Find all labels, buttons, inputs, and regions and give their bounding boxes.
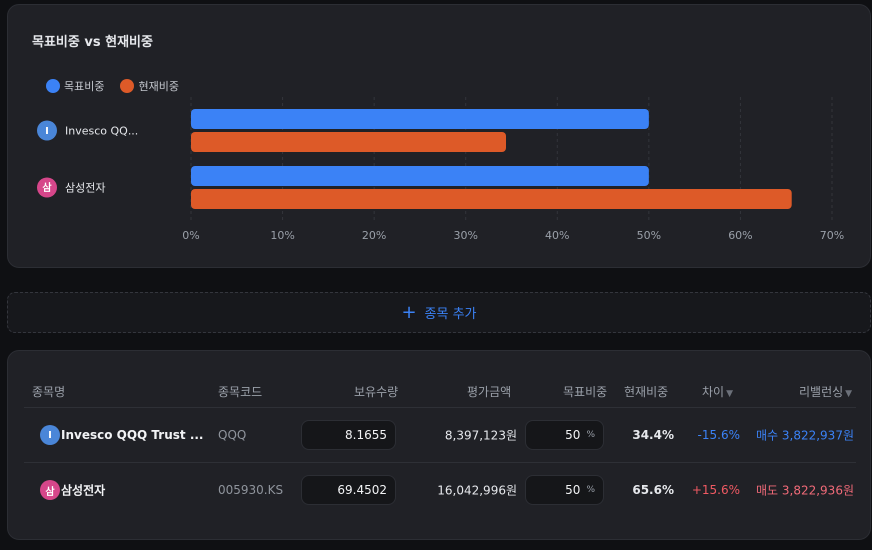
current-weight: 34.4%: [632, 428, 674, 442]
category-logo-letter: 삼: [42, 181, 52, 194]
rebalance-action: 매수 3,822,937원: [755, 428, 854, 443]
x-tick-label: 20%: [362, 229, 386, 242]
header-qty: 보유수량: [354, 385, 399, 399]
percent-unit: %: [586, 485, 595, 495]
header-diff: 차이: [702, 385, 725, 399]
bar-target: [191, 109, 649, 129]
percent-unit: %: [586, 430, 595, 440]
rebalance-action: 매도 3,822,936원: [755, 483, 854, 498]
category-logo-letter: I: [45, 126, 49, 137]
weight-difference: -15.6%: [697, 428, 740, 442]
bar-target: [191, 166, 649, 186]
sort-down-icon: ▼: [845, 389, 853, 399]
target-weight-value: 50: [565, 483, 581, 497]
valuation-amount: 8,397,123원: [444, 428, 517, 443]
header-rebalance: 리밸런싱: [799, 385, 844, 399]
bar-current: [191, 189, 792, 209]
header-rebalance-sort[interactable]: 리밸런싱 ▼: [799, 383, 852, 400]
header-value: 평가금액: [467, 385, 512, 399]
row-avatar: 삼: [40, 480, 60, 500]
stock-logo-icon: 삼: [40, 480, 60, 500]
table-row: I Invesco QQQ Trust ... QQQ 8.1655 8,397…: [24, 408, 856, 462]
header-name: 종목명: [32, 385, 66, 399]
header-target: 목표비중: [563, 385, 608, 399]
header-current: 현재비중: [624, 385, 669, 399]
x-tick-label: 60%: [728, 229, 752, 242]
quantity-input[interactable]: 8.1655: [301, 420, 396, 450]
target-weight-value: 50: [565, 428, 581, 442]
x-tick-label: 40%: [545, 229, 569, 242]
x-tick-label: 10%: [270, 229, 294, 242]
weight-difference: +15.6%: [691, 483, 740, 497]
header-code: 종목코드: [218, 385, 263, 399]
quantity-value: 8.1655: [345, 428, 387, 442]
current-weight: 65.6%: [632, 483, 674, 497]
row-avatar: I: [40, 425, 60, 445]
stock-logo-icon: I: [40, 425, 60, 445]
y-category-label: Invesco QQ...: [65, 125, 138, 138]
valuation-amount: 16,042,996원: [437, 483, 517, 498]
stock-code: QQQ: [218, 428, 247, 442]
plus-icon: +: [401, 301, 417, 323]
holdings-table: 종목명 종목코드 보유수량 평가금액 목표비중 현재비중 차이 ▼ 리밸런싱 ▼ I…: [7, 350, 871, 540]
add-stock-button[interactable]: + 종목 추가: [7, 292, 871, 333]
x-tick-label: 50%: [637, 229, 661, 242]
chart-card: 목표비중 vs 현재비중 목표비중 현재비중 0% 10% 20% 30% 40% 50%…: [7, 4, 871, 268]
x-tick-label: 70%: [820, 229, 844, 242]
add-stock-label: 종목 추가: [424, 307, 477, 322]
stock-code: 005930.KS: [218, 483, 284, 497]
y-category-label: 삼성전자: [65, 182, 105, 195]
bar-current: [191, 132, 507, 152]
x-tick-label: 30%: [453, 229, 477, 242]
stock-name: Invesco QQQ Trust ...: [61, 428, 204, 442]
stock-name: 삼성전자: [61, 483, 106, 498]
table-row: 삼 삼성전자 005930.KS 69.4502 16,042,996원 50 …: [24, 463, 856, 517]
quantity-input[interactable]: 69.4502: [301, 475, 396, 505]
target-weight-input[interactable]: 50 %: [525, 420, 604, 450]
header-diff-sort[interactable]: 차이 ▼: [702, 383, 733, 400]
chart-plot: 0% 10% 20% 30% 40% 50% 60% 70% I Invesco QQ... 삼 삼성…: [37, 97, 844, 242]
sort-down-icon: ▼: [726, 389, 734, 399]
target-weight-input[interactable]: 50 %: [525, 475, 604, 505]
quantity-value: 69.4502: [337, 483, 387, 497]
x-tick-label: 0%: [182, 229, 199, 242]
